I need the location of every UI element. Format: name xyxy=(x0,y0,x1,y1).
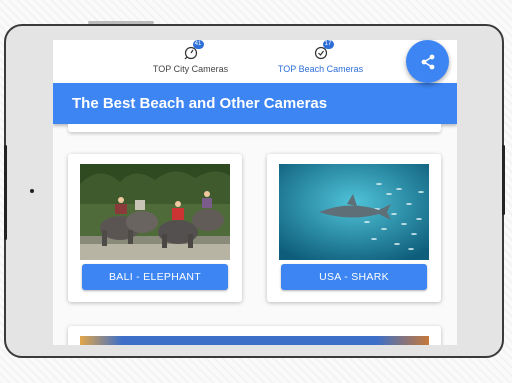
tablet-side-button-right xyxy=(502,145,505,215)
bali-elephant-button[interactable]: BALI - ELEPHANT xyxy=(82,264,228,290)
city-camera-icon: 41 xyxy=(183,40,204,60)
share-icon xyxy=(419,53,437,71)
tab-top-city-cameras[interactable]: 41 TOP City Cameras xyxy=(148,40,233,74)
camera-card-usa[interactable]: USA - SHARK xyxy=(267,154,441,302)
tablet-side-button-left xyxy=(4,145,7,240)
next-camera-photo[interactable] xyxy=(80,336,429,345)
tab-label-city: TOP City Cameras xyxy=(152,64,229,74)
share-button[interactable] xyxy=(406,40,449,83)
front-camera xyxy=(30,189,34,193)
page-title: The Best Beach and Other Cameras xyxy=(72,95,328,112)
tab-badge-city: 41 xyxy=(192,40,204,49)
usa-shark-button[interactable]: USA - SHARK xyxy=(281,264,427,290)
previous-card-edge xyxy=(68,124,441,132)
tab-label-beach: TOP Beach Cameras xyxy=(277,64,364,74)
tab-bar: 41 TOP City Cameras 17 TOP Beach Cameras xyxy=(53,40,457,83)
tab-top-beach-cameras[interactable]: 17 TOP Beach Cameras xyxy=(273,40,368,74)
next-camera-card[interactable] xyxy=(68,326,441,345)
elephants-photo[interactable] xyxy=(80,164,230,260)
shark-photo[interactable] xyxy=(279,164,429,260)
camera-card-bali[interactable]: BALI - ELEPHANT xyxy=(68,154,242,302)
tab-badge-beach: 17 xyxy=(322,40,334,49)
app-bar: The Best Beach and Other Cameras xyxy=(53,83,457,124)
app-screen: 41 TOP City Cameras 17 TOP Beach Cameras… xyxy=(53,40,457,345)
beach-check-icon: 17 xyxy=(313,40,334,60)
